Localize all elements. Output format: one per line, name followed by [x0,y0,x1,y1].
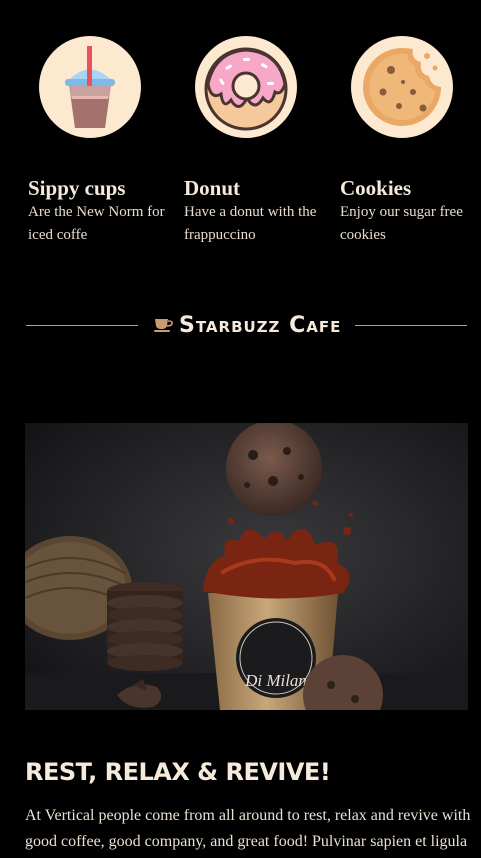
feature-title: Cookies [340,176,412,200]
cup-brand-text: Di Milan [244,671,307,690]
brand-name: Starbuzz Cafe [179,313,342,338]
divider-line-left [26,325,138,326]
feature-description: Are the New Norm for iced coffe [28,204,165,243]
feature-card-sippy-cups: Sippy cups Are the New Norm for iced cof… [28,36,168,247]
brand-divider: Starbuzz Cafe [26,310,467,342]
feature-title: Sippy cups [28,176,126,200]
section-body-text: At Vertical people come from all around … [25,807,471,850]
features-section: Sippy cups Are the New Norm for iced cof… [0,0,481,250]
cookie-icon [351,36,453,138]
feature-card-donut: Donut Have a donut with the frappuccino [184,36,324,247]
feature-description: Enjoy our sugar free cookies [340,204,463,243]
section-headline: REST, RELAX & REVIVE! [25,758,331,786]
sippy-cup-icon [39,36,141,138]
divider-line-right [355,325,467,326]
feature-description: Have a donut with the frappuccino [184,204,317,243]
feature-title: Donut [184,176,241,200]
feature-card-cookies: Cookies Enjoy our sugar free cookies [340,36,480,247]
coffee-cup-icon [154,317,174,338]
donut-icon [195,36,297,138]
hero-image: Di Milan [25,423,468,710]
